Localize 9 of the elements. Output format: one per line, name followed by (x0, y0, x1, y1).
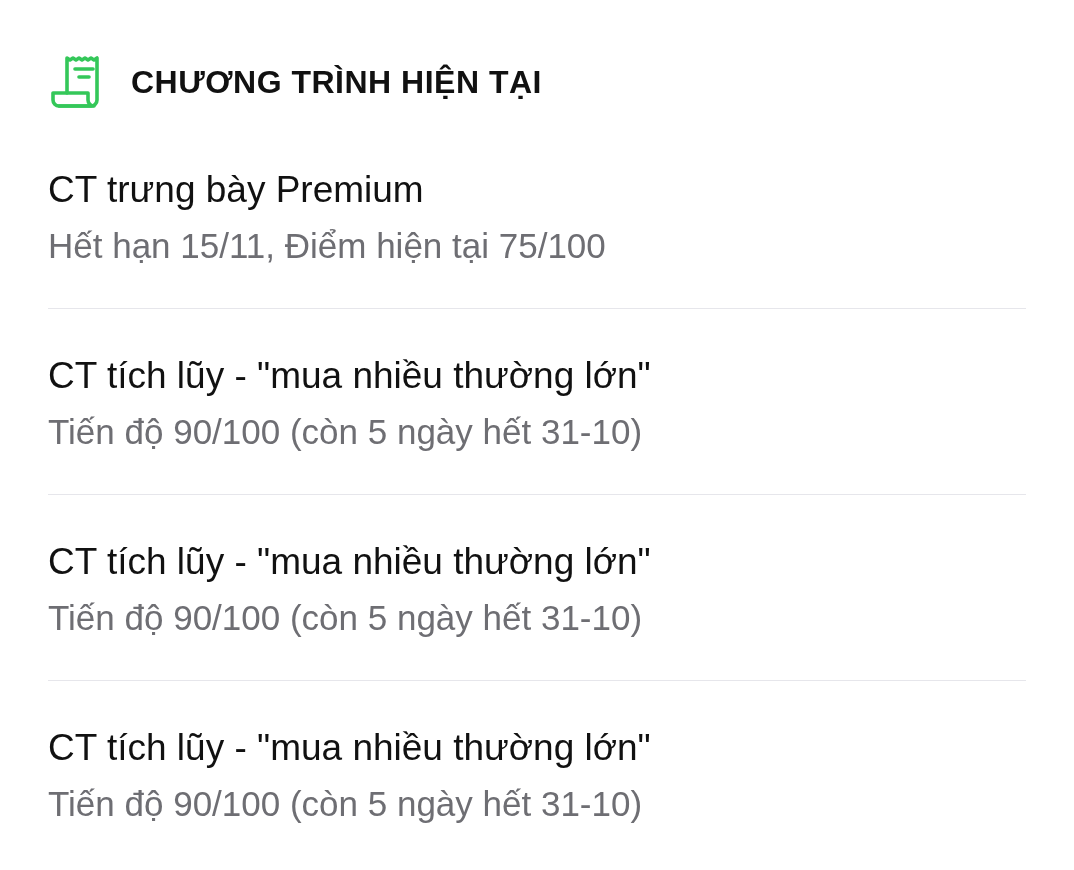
program-detail: Tiến độ 90/100 (còn 5 ngày hết 31-10) (48, 783, 643, 825)
program-detail: Tiến độ 90/100 (còn 5 ngày hết 31-10) (48, 411, 643, 453)
program-detail: Tiến độ 90/100 (còn 5 ngày hết 31-10) (48, 597, 643, 639)
program-title: CT tích lũy - "mua nhiều thường lớn" (48, 726, 651, 770)
program-detail: Hết hạn 15/11, Điểm hiện tại 75/100 (48, 225, 606, 267)
program-title: CT trưng bày Premium (48, 168, 424, 212)
program-title: CT tích lũy - "mua nhiều thường lớn" (48, 540, 651, 584)
section-title: CHƯƠNG TRÌNH HIỆN TẠI (131, 63, 542, 102)
program-title: CT tích lũy - "mua nhiều thường lớn" (48, 354, 651, 398)
